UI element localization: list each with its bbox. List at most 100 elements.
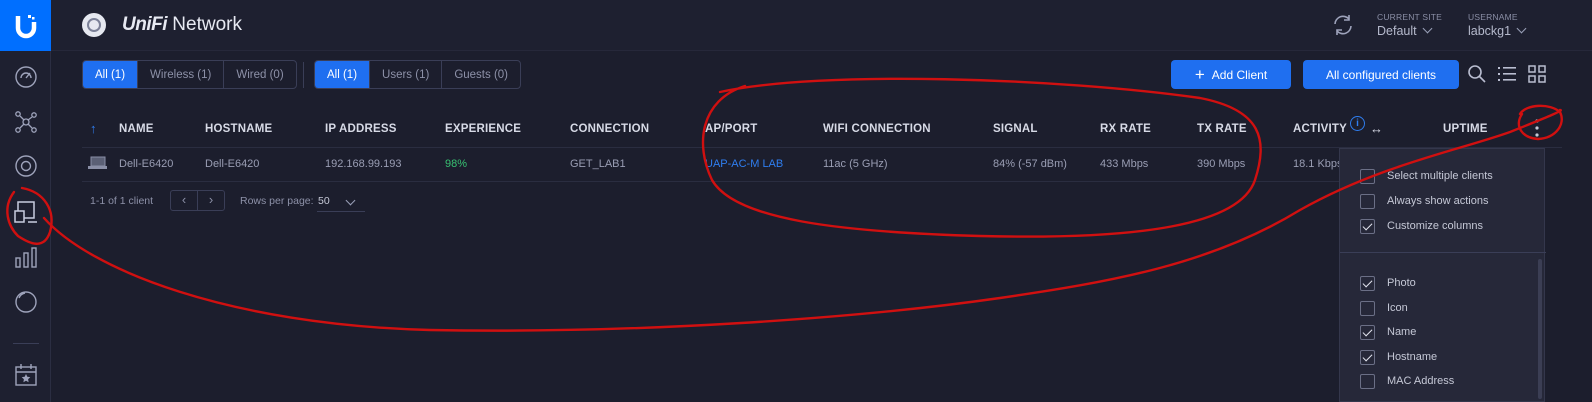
client-type-filter: All (1) Users (1) Guests (0) (314, 60, 521, 89)
all-configured-clients-button[interactable]: All configured clients (1303, 60, 1459, 89)
username-label: USERNAME (1468, 12, 1518, 22)
events-icon[interactable] (13, 362, 39, 388)
all-configured-clients-label: All configured clients (1325, 67, 1437, 82)
column-toggle-label: Hostname (1387, 351, 1438, 363)
search-icon[interactable] (1466, 63, 1488, 85)
checkbox-checked[interactable] (1360, 275, 1375, 291)
connection-filter: All (1) Wireless (1) Wired (0) (82, 60, 297, 89)
table-options-menu: Select multiple clients Always show acti… (1339, 148, 1546, 402)
info-icon[interactable]: i (1350, 116, 1365, 131)
column-header-connection[interactable]: CONNECTION (570, 123, 649, 135)
filter-all-types[interactable]: All (1) (315, 61, 371, 88)
menu-item-label: Select multiple clients (1387, 170, 1493, 182)
clients-icon[interactable] (13, 199, 39, 225)
list-view-icon[interactable] (1496, 63, 1518, 85)
laptop-icon (88, 156, 107, 170)
menu-item-label: Always show actions (1387, 195, 1489, 207)
cell-connection: GET_LAB1 (570, 158, 626, 170)
insights-icon[interactable] (13, 289, 39, 315)
chevron-down-icon (1422, 23, 1433, 34)
current-site-label: CURRENT SITE (1377, 12, 1443, 22)
menu-scrollbar[interactable] (1538, 259, 1542, 399)
add-client-label: Add Client (1211, 67, 1268, 82)
cell-activity: 18.1 Kbps (1293, 158, 1343, 170)
column-header-signal[interactable]: SIGNAL (993, 123, 1038, 135)
unifi-logo-icon (82, 13, 106, 37)
cell-name[interactable]: Dell-E6420 (119, 158, 173, 170)
grid-view-icon[interactable] (1526, 63, 1548, 85)
prev-page-icon[interactable]: ‹ (171, 191, 198, 210)
cell-ap-port-link[interactable]: UAP-AC-M LAB (705, 158, 783, 170)
checkbox[interactable] (1360, 168, 1375, 184)
user-menu[interactable]: USERNAME labckg1 (1468, 12, 1527, 38)
column-toggle-photo[interactable]: Photo (1360, 275, 1416, 291)
add-client-button[interactable]: + Add Client (1171, 60, 1291, 89)
brand-name: UniFi (122, 14, 168, 35)
chevron-down-icon (345, 195, 356, 206)
checkbox[interactable] (1360, 300, 1375, 316)
column-toggle-mac-address[interactable]: MAC Address (1360, 373, 1454, 389)
cell-experience: 98% (445, 158, 468, 170)
page-navigation: ‹ › (170, 190, 225, 211)
checkbox-checked[interactable] (1360, 349, 1375, 365)
column-toggle-label: Icon (1387, 302, 1408, 314)
sidebar-divider (13, 343, 39, 344)
menu-item-customize-columns[interactable]: Customize columns (1360, 218, 1483, 234)
top-bar: UniFi Network CURRENT SITE Default USERN… (51, 0, 1592, 51)
cell-hostname: Dell-E6420 (205, 158, 260, 170)
filter-wired[interactable]: Wired (0) (224, 61, 295, 88)
pagination-summary: 1-1 of 1 client (90, 195, 154, 207)
column-header-tx-rate[interactable]: TX RATE (1197, 123, 1247, 135)
site-selector[interactable]: CURRENT SITE Default (1377, 12, 1442, 38)
ubiquiti-u-icon (15, 14, 36, 38)
column-header-wifi-connection[interactable]: WIFI CONNECTION (823, 123, 931, 135)
column-toggle-hostname[interactable]: Hostname (1360, 349, 1437, 365)
dashboard-icon[interactable] (13, 64, 39, 90)
filter-users[interactable]: Users (1) (370, 61, 443, 88)
column-header-uptime[interactable]: UPTIME (1443, 123, 1488, 135)
checkbox-checked[interactable] (1360, 218, 1375, 234)
product-name: Network (172, 14, 242, 35)
cell-rx-rate: 433 Mbps (1100, 158, 1149, 170)
column-header-activity[interactable]: ACTIVITY (1293, 123, 1347, 135)
checkbox-checked[interactable] (1360, 324, 1375, 340)
menu-item-select-multiple[interactable]: Select multiple clients (1360, 168, 1493, 184)
menu-item-always-show-actions[interactable]: Always show actions (1360, 193, 1489, 209)
app-title: UniFi Network (122, 14, 242, 36)
statistics-icon[interactable] (13, 244, 39, 270)
toolbar-divider (303, 62, 304, 88)
refresh-icon[interactable] (1330, 12, 1356, 38)
checkbox[interactable] (1360, 373, 1375, 389)
column-header-hostname[interactable]: HOSTNAME (205, 123, 272, 135)
filter-guests[interactable]: Guests (0) (442, 61, 520, 88)
cell-tx-rate: 390 Mbps (1197, 158, 1246, 170)
current-site-value: Default (1377, 24, 1417, 38)
rows-per-page-value: 50 (318, 195, 330, 207)
next-page-icon[interactable]: › (198, 191, 224, 210)
table-row[interactable]: Dell-E6420 Dell-E6420 192.168.99.193 98%… (82, 148, 1343, 182)
column-toggle-label: MAC Address (1387, 375, 1455, 387)
plus-icon: + (1194, 65, 1205, 84)
cell-signal: 84% (-57 dBm) (993, 158, 1067, 170)
filter-all-connections[interactable]: All (1) (83, 61, 139, 88)
ubiquiti-logo[interactable] (0, 0, 51, 51)
rows-per-page-select[interactable]: 50 (317, 192, 365, 212)
column-header-experience[interactable]: EXPERIENCE (445, 123, 521, 135)
column-header-ip-address[interactable]: IP ADDRESS (325, 123, 397, 135)
resize-arrows-icon[interactable]: ↔ (1370, 121, 1383, 136)
column-toggle-icon[interactable]: Icon (1360, 300, 1408, 316)
column-header-name[interactable]: NAME (119, 123, 154, 135)
topology-icon[interactable] (13, 109, 39, 135)
filter-wireless[interactable]: Wireless (1) (138, 61, 225, 88)
sort-ascending-icon[interactable]: ↑ (90, 121, 97, 136)
table-header: ↑ NAME HOSTNAME IP ADDRESS EXPERIENCE CO… (82, 112, 1562, 148)
chevron-down-icon (1516, 23, 1527, 34)
column-header-ap-port[interactable]: AP/PORT (705, 123, 758, 135)
checkbox[interactable] (1360, 193, 1375, 209)
column-toggle-label: Photo (1387, 277, 1416, 289)
column-toggle-name[interactable]: Name (1360, 324, 1416, 340)
column-header-rx-rate[interactable]: RX RATE (1100, 123, 1151, 135)
devices-icon[interactable] (13, 153, 39, 179)
more-options-icon[interactable] (1534, 118, 1540, 138)
cell-wifi-connection: 11ac (5 GHz) (823, 158, 888, 170)
